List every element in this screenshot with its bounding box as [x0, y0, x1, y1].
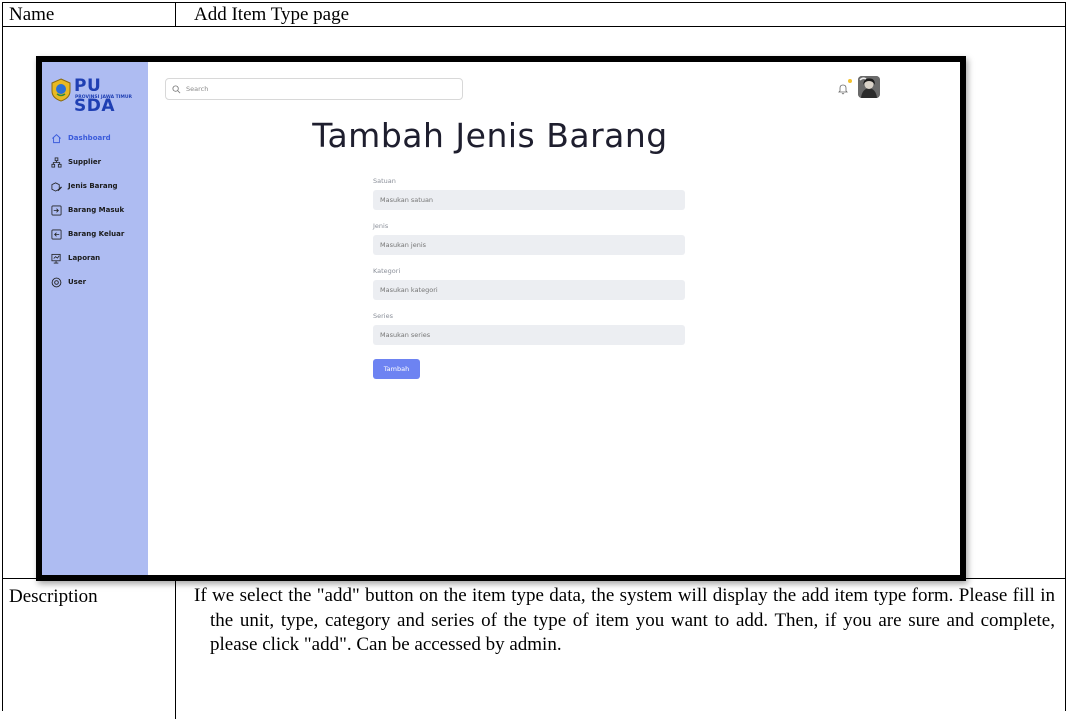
sidebar-item-user[interactable]: User — [51, 270, 146, 294]
description-label: Description — [3, 579, 176, 719]
sidebar-item-label: Barang Masuk — [68, 206, 125, 214]
bell-icon[interactable] — [838, 83, 848, 95]
sidebar-item-jenis-barang[interactable]: Jenis Barang — [51, 174, 146, 198]
document-table: Name Add Item Type page PU SDA PROVINSI … — [2, 2, 1066, 719]
screenshot-row: PU SDA PROVINSI JAWA TIMUR Dashboard Sup… — [3, 27, 1065, 581]
inbox-in-icon — [51, 205, 62, 215]
description-cell: If we select the "add" button on the ite… — [177, 579, 1065, 719]
search-placeholder: Search — [186, 85, 209, 93]
jenis-input[interactable] — [373, 235, 685, 255]
logo-subtitle: PROVINSI JAWA TIMUR — [75, 95, 132, 100]
network-icon — [51, 157, 62, 167]
tambah-button[interactable]: Tambah — [373, 359, 420, 379]
field-series: Series — [373, 310, 685, 355]
field-jenis: Jenis — [373, 220, 685, 265]
sidebar-item-barang-keluar[interactable]: Barang Keluar — [51, 222, 146, 246]
search-icon — [172, 84, 181, 93]
name-row: Name Add Item Type page — [3, 3, 1065, 27]
field-satuan: Satuan — [373, 175, 685, 220]
sidebar-item-label: User — [68, 278, 87, 286]
sidebar-item-label: Laporan — [68, 254, 101, 262]
sidebar-item-barang-masuk[interactable]: Barang Masuk — [51, 198, 146, 222]
app-screenshot: PU SDA PROVINSI JAWA TIMUR Dashboard Sup… — [36, 56, 966, 581]
satuan-input[interactable] — [373, 190, 685, 210]
description-row: Description If we select the "add" butto… — [3, 579, 1065, 719]
kategori-input[interactable] — [373, 280, 685, 300]
page-title: Tambah Jenis Barang — [312, 116, 668, 155]
sidebar-item-laporan[interactable]: Laporan — [51, 246, 146, 270]
user-settings-icon — [51, 277, 62, 287]
avatar[interactable] — [858, 76, 880, 98]
emblem-icon — [51, 78, 71, 102]
field-kategori: Kategori — [373, 265, 685, 310]
name-label: Name — [3, 3, 176, 26]
sidebar-item-label: Barang Keluar — [68, 230, 125, 238]
name-value: Add Item Type page — [194, 4, 350, 25]
inbox-out-icon — [51, 229, 62, 239]
avatar-photo — [858, 76, 880, 98]
sidebar-item-supplier[interactable]: Supplier — [51, 150, 146, 174]
series-input[interactable] — [373, 325, 685, 345]
sidebar-item-label: Supplier — [68, 158, 102, 166]
add-item-type-form: Satuan Jenis Kategori Series — [373, 175, 685, 355]
sidebar: PU SDA PROVINSI JAWA TIMUR Dashboard Sup… — [42, 62, 148, 575]
notification-dot — [848, 79, 852, 83]
search-input[interactable]: Search — [165, 78, 463, 100]
sidebar-nav: Dashboard Supplier Jenis Barang Barang M… — [51, 126, 146, 294]
sidebar-item-label: Jenis Barang — [68, 182, 118, 190]
report-icon — [51, 253, 61, 263]
box-edit-icon — [51, 181, 62, 192]
logo: PU SDA PROVINSI JAWA TIMUR — [50, 76, 145, 116]
field-label: Satuan — [373, 177, 396, 185]
home-icon — [52, 133, 61, 143]
sidebar-item-label: Dashboard — [68, 134, 111, 142]
sidebar-item-dashboard[interactable]: Dashboard — [51, 126, 146, 150]
description-text: If we select the "add" button on the ite… — [194, 585, 1055, 655]
